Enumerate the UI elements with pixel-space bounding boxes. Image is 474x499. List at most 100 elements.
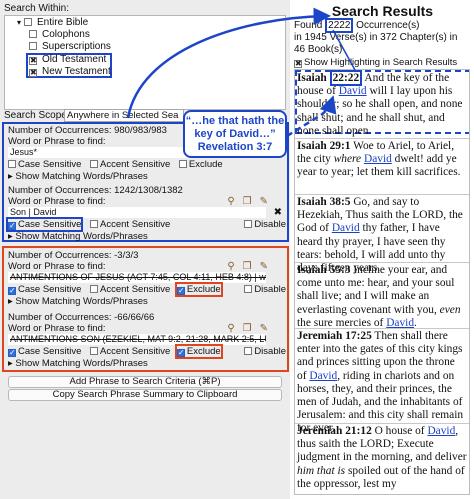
word-phrase-label: Word or Phrase to find: bbox=[8, 323, 106, 334]
found-count: 2222 bbox=[325, 18, 354, 33]
occurrence-count: Number of Occurrences: -66/66/66 bbox=[8, 312, 155, 323]
disable-checkbox[interactable]: Disable bbox=[244, 219, 286, 231]
criterion-options: ✓ Case Sensitive Accent Sensitive ✓ Exclud… bbox=[8, 282, 286, 297]
case-sensitive-checkbox[interactable]: ✓ Case Sensitive bbox=[8, 284, 81, 295]
checkbox-icon bbox=[29, 30, 37, 38]
criterion-4: Number of Occurrences: -66/66/66 ⚲❐✎ Wor… bbox=[4, 310, 286, 369]
checkbox-icon bbox=[90, 347, 99, 355]
checked-checkbox-icon: ✖ bbox=[294, 59, 302, 68]
verse-ref: Isaiah 38:5 bbox=[297, 196, 351, 208]
tree-item-old-testament[interactable]: ✖ Old Testament bbox=[29, 54, 106, 66]
tree-item-colophons[interactable]: Colophons bbox=[29, 29, 90, 41]
checkbox-icon bbox=[244, 347, 253, 355]
word-phrase-label: Word or Phrase to find: bbox=[8, 196, 106, 207]
verse-ref: Jeremiah 21:12 bbox=[297, 425, 372, 437]
criterion-options: ✓ Case Sensitive Accent Sensitive ✓ Exclud… bbox=[8, 344, 286, 359]
accent-sensitive-checkbox[interactable]: Accent Sensitive bbox=[90, 346, 170, 357]
occurrence-count: Number of Occurrences: -3/3/3 bbox=[8, 250, 139, 261]
case-sensitive-checkbox[interactable]: ✓ Case Sensitive bbox=[5, 217, 84, 232]
disclosure-down-icon: ▾ bbox=[17, 18, 22, 27]
accent-sensitive-checkbox[interactable]: Accent Sensitive bbox=[90, 284, 170, 295]
pencil-icon[interactable]: ✎ bbox=[260, 196, 276, 207]
checked-checkbox-icon: ✖ bbox=[29, 68, 37, 77]
disable-checkbox[interactable]: Disable bbox=[244, 284, 286, 296]
checkbox-icon bbox=[90, 220, 99, 228]
phrase-input[interactable]: ANTIMENTIONS OF JESUS (ACT 7:45, COL 4:1… bbox=[8, 272, 266, 283]
callout-annotation: “…he that hath the key of David…” Revela… bbox=[183, 110, 287, 158]
results-title: Search Results bbox=[331, 3, 434, 19]
exclude-checkbox[interactable]: ✓ Exclude bbox=[174, 282, 223, 297]
search-scope-select[interactable]: Anywhere in Selected Sea bbox=[64, 109, 184, 122]
criterion-tool-icons: ⚲❐✎ bbox=[227, 261, 276, 272]
checkbox-icon bbox=[90, 160, 99, 168]
verse-ref: Isaiah 22:22 bbox=[297, 70, 363, 86]
checked-checkbox-icon: ✖ bbox=[29, 56, 37, 65]
pencil-icon[interactable]: ✎ bbox=[260, 323, 276, 334]
copy-icon[interactable]: ❐ bbox=[243, 196, 260, 207]
show-matching-toggle[interactable]: ▸ Show Matching Words/Phrases bbox=[8, 296, 148, 307]
exclude-checkbox[interactable]: ✓ Exclude bbox=[174, 344, 223, 359]
word-phrase-label: Word or Phrase to find: bbox=[8, 261, 106, 272]
search-within-tree: ▾ Entire Bible Colophons Superscriptions … bbox=[4, 15, 286, 110]
results-list[interactable]: Isaiah 22:22 And the key of the house of… bbox=[294, 69, 470, 495]
verse-result[interactable]: Isaiah 22:22 And the key of the house of… bbox=[297, 70, 467, 138]
show-matching-toggle[interactable]: ▸ Show Matching Words/Phrases bbox=[8, 171, 148, 182]
case-sensitive-checkbox[interactable]: Case Sensitive bbox=[8, 159, 81, 170]
occurrence-count: Number of Occurrences: 1242/1308/1382 bbox=[8, 185, 183, 196]
results-stats: Found 2222 Occurrence(s) in 1945 Verse(s… bbox=[294, 18, 458, 55]
criterion-tool-icons: ⚲❐✎ bbox=[227, 196, 276, 207]
copy-icon[interactable]: ❐ bbox=[243, 323, 260, 334]
criterion-options: ✓ Case Sensitive Accent Sensitive Disable bbox=[5, 217, 286, 232]
verse-ref: Jeremiah 17:25 bbox=[297, 330, 372, 342]
search-criteria-panel: Search Within: ▾ Entire Bible Colophons S… bbox=[0, 0, 290, 499]
verse-ref: Isaiah 55:3 bbox=[297, 264, 351, 276]
disable-checkbox[interactable]: Disable bbox=[244, 346, 286, 358]
tree-item-superscriptions[interactable]: Superscriptions bbox=[29, 41, 111, 53]
checkbox-icon bbox=[90, 285, 99, 293]
pin-icon[interactable]: ⚲ bbox=[227, 196, 242, 207]
pin-icon[interactable]: ⚲ bbox=[227, 323, 242, 334]
search-within-label: Search Within: bbox=[4, 3, 70, 14]
checked-checkbox-icon: ✓ bbox=[176, 348, 185, 357]
search-scope-label: Search Scope: bbox=[4, 110, 70, 121]
occurrence-count: Number of Occurrences: 980/983/983 bbox=[8, 125, 167, 136]
clear-phrase-icon[interactable]: ✖ bbox=[274, 207, 282, 218]
verse-result[interactable]: Jeremiah 17:25 Then shall there enter in… bbox=[297, 330, 467, 436]
checkbox-icon bbox=[178, 160, 187, 168]
search-results-panel: Search Results Found 2222 Occurrence(s) … bbox=[291, 0, 474, 499]
checkbox-icon bbox=[24, 18, 33, 26]
show-matching-toggle[interactable]: ▸ Show Matching Words/Phrases bbox=[8, 358, 148, 369]
criterion-options: Case Sensitive Accent Sensitive Exclude bbox=[8, 159, 286, 171]
checked-checkbox-icon: ✓ bbox=[8, 286, 16, 295]
phrase-input[interactable]: ANTIMENTIONS SON (EZEKIEL, MAT 9:2, 21:2… bbox=[8, 334, 266, 345]
criterion-3: Number of Occurrences: -3/3/3 ⚲❐✎ Word o… bbox=[4, 248, 286, 307]
verse-result[interactable]: Jeremiah 21:12 O house of David, thus sa… bbox=[297, 425, 467, 491]
word-phrase-label: Word or Phrase to find: bbox=[8, 136, 106, 147]
checked-checkbox-icon: ✓ bbox=[8, 348, 16, 357]
show-highlighting-checkbox[interactable]: ✖ Show Highlighting in Search Results bbox=[294, 57, 457, 68]
case-sensitive-checkbox[interactable]: ✓ Case Sensitive bbox=[8, 346, 81, 357]
verse-ref: Isaiah 29:1 bbox=[297, 140, 351, 152]
copy-summary-button[interactable]: Copy Search Phrase Summary to Clipboard bbox=[8, 389, 282, 401]
show-matching-toggle[interactable]: ▸ Show Matching Words/Phrases bbox=[8, 231, 148, 242]
copy-icon[interactable]: ❐ bbox=[243, 261, 260, 272]
pencil-icon[interactable]: ✎ bbox=[260, 261, 276, 272]
add-phrase-button[interactable]: Add Phrase to Search Criteria (⌘P) bbox=[8, 376, 282, 388]
accent-sensitive-checkbox[interactable]: Accent Sensitive bbox=[90, 159, 170, 170]
tree-item-entire-bible[interactable]: ▾ Entire Bible bbox=[17, 17, 88, 29]
checkbox-icon bbox=[29, 42, 37, 50]
criterion-2: Number of Occurrences: 1242/1308/1382 ⚲❐… bbox=[4, 183, 286, 242]
verse-result[interactable]: Isaiah 55:3 Incline your ear, and come u… bbox=[297, 264, 467, 330]
checkbox-icon bbox=[244, 220, 253, 228]
tree-item-new-testament[interactable]: ✖ New Testament bbox=[29, 66, 111, 78]
checked-checkbox-icon: ✓ bbox=[176, 286, 185, 295]
checked-checkbox-icon: ✓ bbox=[8, 221, 16, 230]
exclude-checkbox[interactable]: Exclude bbox=[178, 159, 223, 170]
phrase-input[interactable]: Son | David bbox=[8, 207, 266, 218]
pin-icon[interactable]: ⚲ bbox=[227, 261, 242, 272]
checkbox-icon bbox=[244, 285, 253, 293]
verse-result[interactable]: Isaiah 29:1 Woe to Ariel, to Ariel, the … bbox=[297, 140, 467, 180]
criterion-tool-icons: ⚲❐✎ bbox=[227, 323, 276, 334]
checkbox-icon bbox=[8, 160, 16, 168]
accent-sensitive-checkbox[interactable]: Accent Sensitive bbox=[90, 219, 170, 230]
